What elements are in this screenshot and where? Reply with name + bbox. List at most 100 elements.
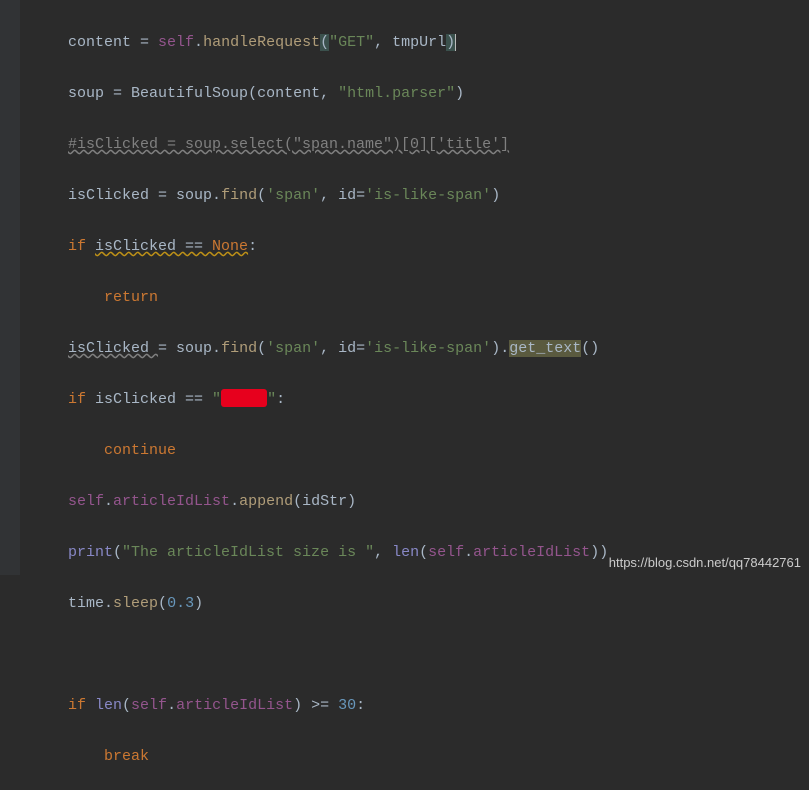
var: isClicked <box>68 340 158 357</box>
builtin: print <box>68 544 113 561</box>
code-line: return <box>68 280 809 316</box>
paren: ( <box>419 544 428 561</box>
watermark: https://blog.csdn.net/qq78442761 <box>609 556 801 569</box>
op: = <box>113 85 131 102</box>
method: find <box>221 340 257 357</box>
dot: . <box>104 493 113 510</box>
colon: : <box>356 697 365 714</box>
colon: : <box>248 238 257 255</box>
paren: ( <box>113 544 122 561</box>
keyword: break <box>104 748 149 765</box>
var: isClicked <box>68 187 158 204</box>
string: 'span' <box>266 187 320 204</box>
paren: ) <box>491 340 500 357</box>
dot: . <box>194 34 203 51</box>
paren: ( <box>257 340 266 357</box>
dot: . <box>167 697 176 714</box>
string: 'is-like-span' <box>365 187 491 204</box>
attr: articleIdList <box>473 544 590 561</box>
paren: ( <box>257 187 266 204</box>
quote: " <box>212 391 221 408</box>
keyword: continue <box>104 442 176 459</box>
string: "html.parser" <box>338 85 455 102</box>
paren-highlight: ( <box>320 34 329 51</box>
method: append <box>239 493 293 510</box>
keyword: if <box>68 697 95 714</box>
code-line: break <box>68 739 809 775</box>
op: = <box>158 187 176 204</box>
dot: . <box>464 544 473 561</box>
redacted-block <box>221 389 267 407</box>
var: soup <box>68 85 113 102</box>
code-line: if len(self.articleIdList) >= 30: <box>68 688 809 724</box>
self-kw: self <box>131 697 167 714</box>
obj: soup <box>176 187 212 204</box>
kwarg: id <box>338 187 356 204</box>
code-line: time.sleep(0.3) <box>68 586 809 622</box>
method: sleep <box>113 595 158 612</box>
dot: . <box>230 493 239 510</box>
paren: ( <box>293 493 302 510</box>
dot: . <box>212 187 221 204</box>
string: "The articleIdList size is " <box>122 544 374 561</box>
code-line: if isClicked == "": <box>68 382 809 418</box>
paren: ) <box>293 697 311 714</box>
comma: , <box>320 340 338 357</box>
code-line: isClicked = soup.find('span', id='is-lik… <box>68 331 809 367</box>
var: content <box>68 34 140 51</box>
code-line: #isClicked = soup.select("span.name")[0]… <box>68 127 809 163</box>
paren: ) <box>347 493 356 510</box>
obj: soup <box>176 340 212 357</box>
comment: #isClicked = soup.select("span.name")[0]… <box>68 136 509 153</box>
keyword: return <box>104 289 158 306</box>
op: >= <box>311 697 338 714</box>
arg: content <box>257 85 320 102</box>
paren: ( <box>122 697 131 714</box>
method-highlight: get_text <box>509 340 581 357</box>
paren-highlight: ) <box>446 34 456 51</box>
method: find <box>221 187 257 204</box>
var: isClicked <box>95 238 185 255</box>
self-kw: self <box>428 544 464 561</box>
string: 'span' <box>266 340 320 357</box>
colon: : <box>276 391 285 408</box>
string: "GET" <box>329 34 374 51</box>
code-line: self.articleIdList.append(idStr) <box>68 484 809 520</box>
op: == <box>185 238 212 255</box>
paren: ) <box>194 595 203 612</box>
comma: , <box>320 85 338 102</box>
builtin: len <box>95 697 122 714</box>
attr: articleIdList <box>176 697 293 714</box>
code-line: if isClicked == None: <box>68 229 809 265</box>
keyword: if <box>68 238 95 255</box>
op: = <box>140 34 158 51</box>
self-kw: self <box>158 34 194 51</box>
comma: , <box>374 544 392 561</box>
code-line: isClicked = soup.find('span', id='is-lik… <box>68 178 809 214</box>
paren: ( <box>248 85 257 102</box>
arg: tmpUrl <box>392 34 446 51</box>
code-line: soup = BeautifulSoup(content, "html.pars… <box>68 76 809 112</box>
paren: ) <box>491 187 500 204</box>
self-kw: self <box>68 493 104 510</box>
eq: = <box>356 187 365 204</box>
code-editor[interactable]: content = self.handleRequest("GET", tmpU… <box>0 0 809 790</box>
editor-gutter <box>0 0 20 575</box>
comma: , <box>374 34 392 51</box>
comma: , <box>320 187 338 204</box>
number: 30 <box>338 697 356 714</box>
paren: ( <box>158 595 167 612</box>
op: = <box>158 340 176 357</box>
obj: time <box>68 595 104 612</box>
keyword: if <box>68 391 95 408</box>
eq: = <box>356 340 365 357</box>
dot: . <box>104 595 113 612</box>
number: 0.3 <box>167 595 194 612</box>
attr: articleIdList <box>113 493 230 510</box>
method: handleRequest <box>203 34 320 51</box>
quote: " <box>267 391 276 408</box>
dot: . <box>500 340 509 357</box>
code-line: content = self.handleRequest("GET", tmpU… <box>68 25 809 61</box>
string: 'is-like-span' <box>365 340 491 357</box>
var: isClicked <box>95 391 185 408</box>
